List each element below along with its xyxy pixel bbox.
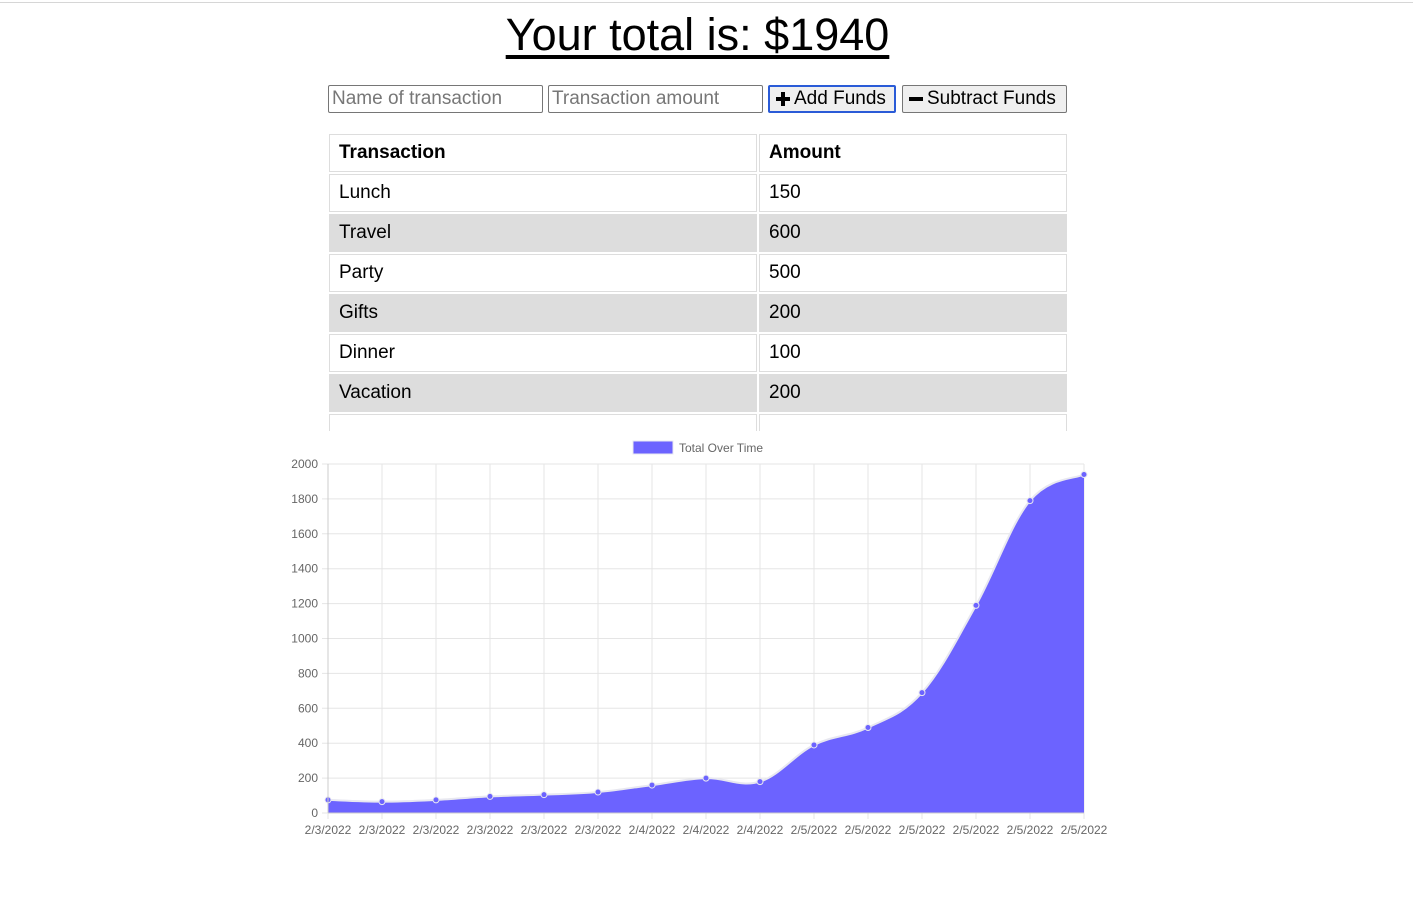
data-point bbox=[1026, 497, 1034, 505]
y-tick-label: 1400 bbox=[291, 562, 318, 576]
x-tick-label: 2/4/2022 bbox=[629, 823, 676, 837]
x-tick-label: 2/3/2022 bbox=[467, 823, 514, 837]
x-tick-label: 2/3/2022 bbox=[359, 823, 406, 837]
x-tick-label: 2/3/2022 bbox=[413, 823, 460, 837]
x-tick-label: 2/3/2022 bbox=[305, 823, 352, 837]
y-tick-label: 800 bbox=[298, 666, 318, 680]
x-tick-label: 2/5/2022 bbox=[899, 823, 946, 837]
legend-label: Total Over Time bbox=[679, 441, 763, 455]
y-tick-label: 1200 bbox=[291, 597, 318, 611]
y-tick-label: 200 bbox=[298, 771, 318, 785]
x-tick-label: 2/3/2022 bbox=[575, 823, 622, 837]
y-tick-label: 1800 bbox=[291, 492, 318, 506]
x-tick-label: 2/5/2022 bbox=[845, 823, 892, 837]
x-tick-label: 2/5/2022 bbox=[953, 823, 1000, 837]
data-point bbox=[594, 788, 602, 796]
y-tick-label: 2000 bbox=[291, 457, 318, 471]
x-tick-label: 2/5/2022 bbox=[791, 823, 838, 837]
data-point bbox=[1080, 470, 1088, 478]
x-tick-label: 2/4/2022 bbox=[737, 823, 784, 837]
data-point bbox=[756, 778, 764, 786]
x-tick-label: 2/4/2022 bbox=[683, 823, 730, 837]
data-point bbox=[810, 741, 818, 749]
data-point bbox=[378, 798, 386, 806]
y-tick-label: 1600 bbox=[291, 527, 318, 541]
data-point bbox=[702, 774, 710, 782]
x-tick-label: 2/5/2022 bbox=[1007, 823, 1054, 837]
y-tick-label: 1000 bbox=[291, 632, 318, 646]
data-point bbox=[864, 723, 872, 731]
x-tick-label: 2/3/2022 bbox=[521, 823, 568, 837]
y-tick-label: 0 bbox=[311, 806, 318, 820]
data-point bbox=[540, 791, 548, 799]
x-tick-label: 2/5/2022 bbox=[1061, 823, 1108, 837]
y-tick-label: 400 bbox=[298, 736, 318, 750]
total-over-time-chart: 0 200 400 600 800 1000 1200 1400 1600 1800 2000 2/3… bbox=[291, 440, 1108, 837]
data-point bbox=[972, 601, 980, 609]
y-tick-label: 600 bbox=[298, 701, 318, 715]
data-point bbox=[486, 792, 494, 800]
legend-swatch bbox=[632, 440, 674, 455]
data-point bbox=[648, 781, 656, 789]
data-point bbox=[918, 689, 926, 697]
data-point bbox=[432, 796, 440, 804]
